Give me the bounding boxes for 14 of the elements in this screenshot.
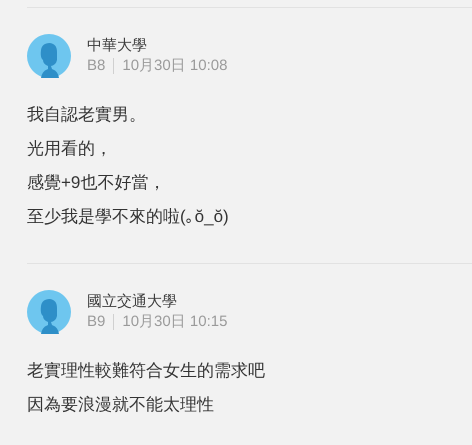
school-name: 國立交通大學	[87, 292, 178, 312]
post-time: 10月30日 10:15	[122, 312, 228, 332]
floor-number: B8	[87, 56, 106, 76]
comment-text: 老實理性較難符合女生的需求吧	[27, 360, 266, 382]
comment-text: 我自認老實男。	[27, 104, 147, 126]
comment-text: 光用看的，	[27, 138, 113, 160]
comment-text: 至少我是學不來的啦(｡ŏ_ŏ)	[27, 206, 230, 228]
comment-text: 因為要浪漫就不能太理性	[27, 394, 215, 416]
post-time: 10月30日 10:08	[122, 56, 228, 76]
school-name: 中華大學	[87, 36, 148, 56]
comment-text: 感覺+9也不好當，	[27, 172, 166, 194]
floor-number: B9	[87, 312, 106, 332]
avatar-icon	[27, 290, 71, 334]
avatar-icon	[27, 34, 71, 78]
